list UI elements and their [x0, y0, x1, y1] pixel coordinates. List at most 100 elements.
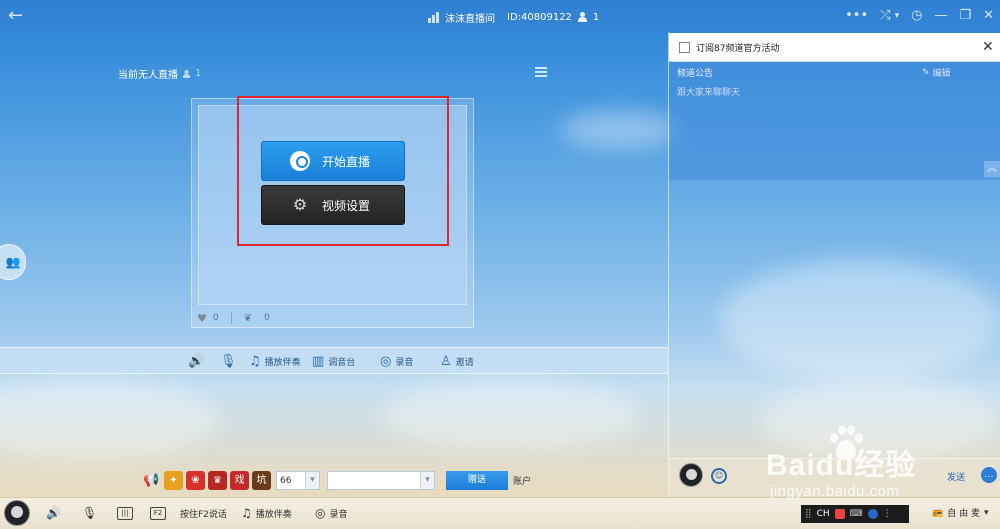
notice-title: 频道公告	[677, 69, 714, 79]
gift-item[interactable]: 戏	[230, 471, 249, 490]
push-to-talk-label: 按住F2说话	[180, 509, 227, 520]
heart-icon[interactable]: ♥	[197, 312, 207, 325]
help-icon	[867, 509, 878, 519]
divider	[230, 312, 232, 324]
watermark-url: jingyan.baidu.com	[770, 483, 900, 500]
background-cloud	[0, 380, 220, 460]
close-icon[interactable]: ✕	[983, 6, 994, 26]
gift-item[interactable]: ♛	[208, 471, 227, 490]
ime-toolbar[interactable]: ⣿ CH ⌨ ⋮	[801, 505, 909, 523]
gift-count-value: 66	[280, 475, 292, 486]
subscribe-bar: 订阅87频道官方活动	[669, 33, 1000, 62]
mixer-icon: ▥	[312, 353, 325, 369]
background-cloud	[380, 380, 640, 450]
radio-icon: 📻	[932, 507, 944, 518]
room-title: 沫沫直播间 ID:40809122 1	[428, 9, 599, 25]
room-id: ID:40809122	[507, 11, 572, 23]
play-accompaniment-button[interactable]: ♫ 播放伴奏	[249, 352, 301, 370]
mixer-label: 调音台	[328, 357, 356, 368]
live-status: 当前无人直播 1	[118, 66, 201, 81]
play-accompaniment-label: 播放伴奏	[255, 509, 292, 520]
play-accompaniment-button[interactable]: ♫ 播放伴奏	[241, 505, 292, 521]
record-label: 录音	[329, 509, 348, 520]
mixer-button[interactable]: |||	[117, 505, 133, 521]
collapse-up-icon[interactable]: ︽	[984, 161, 1000, 177]
list-icon[interactable]	[535, 67, 547, 77]
side-users-button[interactable]: 👥	[0, 244, 26, 280]
push-to-talk[interactable]: 按住F2说话	[180, 505, 227, 521]
restore-icon[interactable]: ❐	[959, 6, 971, 26]
flower-count: 0	[264, 313, 270, 323]
invite-button[interactable]: ♙ 邀请	[440, 352, 474, 370]
keyboard-icon: ⌨	[849, 509, 863, 519]
speaker-icon: 🔊	[188, 353, 205, 369]
video-settings-label: 视频设置	[322, 198, 371, 213]
record-button[interactable]: ◎ 录音	[315, 505, 348, 521]
music-note-icon: ♫	[241, 506, 252, 520]
subscribe-checkbox[interactable]	[679, 41, 690, 53]
mixer-icon: |||	[117, 506, 133, 520]
live-status-text: 当前无人直播	[118, 70, 178, 81]
megaphone-icon[interactable]: 📢	[143, 473, 161, 488]
notice-panel	[669, 62, 1000, 180]
emoji-icon[interactable]: ☺	[711, 468, 727, 484]
dropdown-icon[interactable]: ▾	[895, 6, 900, 26]
invite-label: 邀请	[455, 357, 474, 368]
microphone-button[interactable]: 🎙	[220, 352, 237, 370]
close-icon[interactable]: ✕	[982, 39, 994, 55]
chevron-down-icon: ▾	[983, 507, 989, 518]
broadcast-icon	[290, 151, 310, 171]
clock-icon[interactable]: ◷	[911, 6, 922, 26]
viewer-count: 1	[592, 11, 600, 23]
avatar[interactable]	[4, 500, 30, 526]
shuffle-icon[interactable]: ⤮	[880, 6, 890, 26]
avatar[interactable]	[679, 463, 703, 487]
users-icon: 👥	[5, 255, 21, 269]
speaker-button[interactable]: 🔊	[46, 505, 61, 521]
watermark-brand: Baidu经验	[766, 449, 917, 482]
music-note-icon: ♫	[249, 353, 261, 369]
edit-icon: ✎	[922, 67, 930, 78]
ime-menu-icon: ⋮	[882, 509, 892, 519]
record-icon: ◎	[315, 506, 326, 520]
gift-row: 📢 ✦ ❀ ♛ 戏 坑 66 赠送 账户	[143, 470, 531, 491]
gift-item[interactable]: ❀	[186, 471, 205, 490]
video-settings-button[interactable]: ⚙ 视频设置	[261, 185, 405, 225]
invite-icon: ♙	[440, 353, 452, 369]
window-controls: ••• ⤮ ▾ ◷ — ❐ ✕	[845, 6, 994, 26]
gift-count-select[interactable]: 66	[276, 471, 320, 490]
flower-icon[interactable]: ❦	[244, 313, 252, 324]
play-accompaniment-label: 播放伴奏	[264, 357, 301, 368]
start-live-button[interactable]: 开始直播	[261, 141, 405, 181]
edit-notice-button[interactable]: ✎ 编辑	[922, 66, 951, 80]
edit-label: 编辑	[932, 69, 951, 79]
signal-bars-icon	[428, 11, 439, 23]
f2-key-button[interactable]: F2	[150, 505, 166, 521]
online-user-icon	[182, 69, 191, 78]
ime-mode-icon	[834, 509, 845, 519]
room-name: 沫沫直播间	[445, 13, 495, 25]
gift-target-select[interactable]	[327, 471, 435, 490]
subscribe-label: 订阅87频道官方活动	[696, 43, 780, 54]
more-icon[interactable]: •••	[845, 6, 868, 26]
like-count: 0	[212, 313, 219, 323]
back-arrow-icon[interactable]: ←	[8, 6, 30, 26]
gift-item[interactable]: 坑	[252, 471, 271, 490]
start-live-label: 开始直播	[322, 154, 371, 169]
viewer-icon	[577, 12, 587, 22]
mic-mode[interactable]: 📻 自 由 麦 ▾	[932, 506, 989, 520]
mixer-button[interactable]: ▥ 调音台	[312, 352, 355, 370]
microphone-button[interactable]: 🎙	[82, 505, 97, 521]
gift-item[interactable]: ✦	[164, 471, 183, 490]
notice-body: 跟大家来聊聊天	[677, 88, 741, 98]
stats-bar: ♥ 0 ❦ 0	[197, 311, 270, 325]
speaker-icon: 🔊	[46, 506, 61, 520]
speaker-button[interactable]: 🔊	[188, 352, 204, 370]
minimize-icon[interactable]: —	[934, 6, 947, 26]
gift-send-button[interactable]: 赠送	[446, 471, 508, 490]
gear-icon: ⚙	[292, 195, 308, 214]
chat-bubble-icon[interactable]: …	[981, 467, 997, 483]
record-button[interactable]: ◎ 录音	[380, 352, 413, 370]
account-link[interactable]: 账户	[513, 474, 531, 487]
chat-send-button[interactable]: 发送	[947, 470, 965, 483]
